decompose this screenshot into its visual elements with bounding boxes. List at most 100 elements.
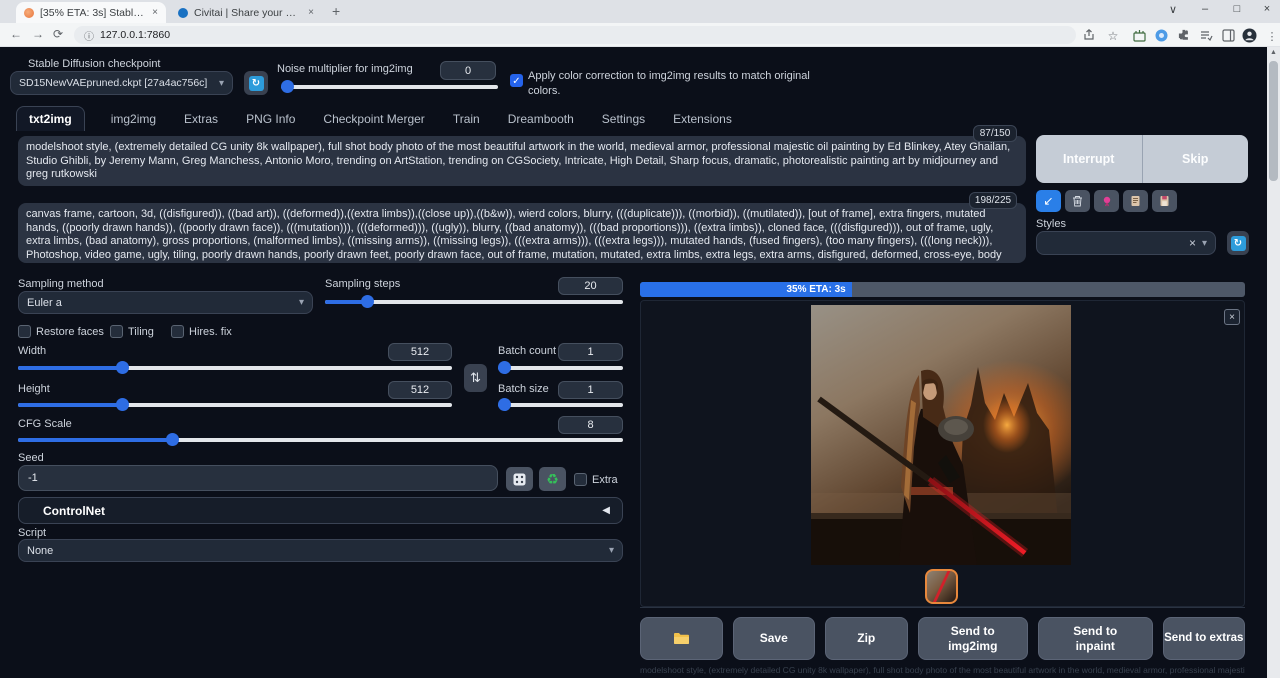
tab-png-info[interactable]: PNG Info	[244, 107, 297, 131]
clear-prompt-button[interactable]	[1065, 190, 1090, 212]
sampling-method-dropdown[interactable]: Euler a ▾	[18, 291, 313, 314]
refresh-icon: ↻	[249, 76, 264, 91]
color-correction-checkbox[interactable]: ✓	[510, 74, 523, 87]
show-extra-networks-button[interactable]	[1094, 190, 1119, 212]
tab-settings[interactable]: Settings	[600, 107, 647, 131]
restore-faces-checkbox[interactable]	[18, 325, 31, 338]
hires-fix-label: Hires. fix	[189, 326, 232, 338]
script-dropdown[interactable]: None ▾	[18, 539, 623, 562]
browser-tab-stable-diffusion[interactable]: [35% ETA: 3s] Stable Diffusion ×	[16, 2, 166, 23]
height-input[interactable]: 512	[388, 381, 452, 399]
browser-tab-civitai[interactable]: Civitai | Share your models ×	[170, 2, 322, 23]
save-button[interactable]: Save	[733, 617, 816, 660]
forward-icon[interactable]: →	[32, 27, 44, 41]
slider-thumb[interactable]	[281, 80, 294, 93]
page-scrollbar[interactable]: ▲	[1267, 47, 1280, 678]
noise-multiplier-slider[interactable]	[281, 80, 498, 93]
window-menu-icon[interactable]: ∨	[1162, 3, 1184, 16]
civitai-favicon	[178, 8, 188, 18]
slider-thumb[interactable]	[116, 361, 129, 374]
swap-dimensions-button[interactable]: ⇅	[464, 364, 487, 392]
extensions-puzzle-icon[interactable]	[1175, 26, 1193, 44]
site-info-icon[interactable]: ⓘ	[84, 28, 94, 43]
browser-menu-icon[interactable]: ⋮	[1263, 27, 1280, 45]
tab-title: Civitai | Share your models	[194, 7, 302, 19]
share-icon[interactable]	[1080, 26, 1098, 44]
chevron-down-icon: ▾	[609, 545, 614, 556]
paste-generation-params-button[interactable]: ↙	[1036, 190, 1061, 212]
refresh-styles-button[interactable]: ↻	[1227, 231, 1249, 255]
batch-size-slider[interactable]	[498, 398, 623, 411]
random-seed-button[interactable]	[506, 467, 533, 491]
batch-count-input[interactable]: 1	[558, 343, 623, 361]
controlnet-accordion[interactable]: ControlNet ◀	[18, 497, 623, 524]
tab-extras[interactable]: Extras	[182, 107, 220, 131]
reuse-seed-button[interactable]: ♻	[539, 467, 566, 491]
width-slider[interactable]	[18, 361, 452, 374]
tab-train[interactable]: Train	[451, 107, 482, 131]
scrollbar-thumb[interactable]	[1269, 61, 1278, 181]
window-minimize-icon[interactable]: –	[1194, 3, 1216, 15]
extension-grid-icon[interactable]	[1130, 26, 1148, 44]
refresh-checkpoint-button[interactable]: ↻	[244, 71, 268, 95]
slider-thumb[interactable]	[498, 361, 511, 374]
send-to-img2img-button[interactable]: Send to img2img	[918, 617, 1029, 660]
negative-prompt-textarea[interactable]: canvas frame, cartoon, 3d, ((disfigured)…	[18, 203, 1026, 263]
batch-count-slider[interactable]	[498, 361, 623, 374]
tab-img2img[interactable]: img2img	[109, 107, 158, 131]
slider-thumb[interactable]	[116, 398, 129, 411]
window-maximize-icon[interactable]: □	[1226, 3, 1248, 15]
progress-bar-fill: 35% ETA: 3s	[640, 282, 852, 297]
tiling-checkbox[interactable]	[110, 325, 123, 338]
bookmark-star-icon[interactable]: ☆	[1104, 27, 1122, 45]
slider-thumb[interactable]	[166, 433, 179, 446]
side-panel-icon[interactable]	[1219, 26, 1237, 44]
reading-list-icon[interactable]	[1197, 26, 1215, 44]
slider-thumb[interactable]	[361, 295, 374, 308]
batch-size-input[interactable]: 1	[558, 381, 623, 399]
skip-button[interactable]: Skip	[1143, 135, 1249, 183]
reload-icon[interactable]: ⟳	[53, 27, 63, 41]
new-tab-icon[interactable]: +	[332, 3, 340, 19]
save-style-button[interactable]	[1152, 190, 1177, 212]
profile-avatar[interactable]	[1240, 26, 1258, 44]
sampling-steps-input[interactable]: 20	[558, 277, 623, 295]
window-close-icon[interactable]: ×	[1256, 3, 1278, 15]
clear-styles-icon[interactable]: ×	[1189, 236, 1196, 250]
tab-dreambooth[interactable]: Dreambooth	[506, 107, 576, 131]
extension-blue-icon[interactable]	[1152, 26, 1170, 44]
tab-close-icon[interactable]: ×	[308, 7, 314, 18]
hires-fix-checkbox[interactable]	[171, 325, 184, 338]
sampling-steps-slider[interactable]	[325, 295, 623, 308]
prompt-token-counter: 87/150	[973, 125, 1017, 142]
tab-extensions[interactable]: Extensions	[671, 107, 734, 131]
height-slider[interactable]	[18, 398, 452, 411]
cfg-scale-slider[interactable]	[18, 433, 623, 446]
back-icon[interactable]: ←	[10, 27, 22, 41]
checkpoint-dropdown[interactable]: SD15NewVAEpruned.ckpt [27a4ac756c] ▾	[10, 71, 233, 95]
generated-image[interactable]	[811, 305, 1071, 565]
tab-txt2img[interactable]: txt2img	[16, 106, 85, 131]
prompt-textarea[interactable]: modelshoot style, (extremely detailed CG…	[18, 136, 1026, 186]
slider-track	[281, 85, 498, 89]
gallery-thumbnail[interactable]	[925, 569, 958, 604]
cfg-scale-input[interactable]: 8	[558, 416, 623, 434]
noise-multiplier-input[interactable]: 0	[440, 61, 496, 80]
seed-input[interactable]: -1	[18, 465, 498, 491]
open-folder-button[interactable]	[640, 617, 723, 660]
styles-dropdown[interactable]: × ▾	[1036, 231, 1216, 255]
tab-close-icon[interactable]: ×	[152, 7, 158, 18]
extra-seed-checkbox[interactable]	[574, 473, 587, 486]
scrollbar-up-icon[interactable]: ▲	[1270, 49, 1277, 56]
chevron-down-icon: ▾	[1202, 238, 1207, 249]
close-preview-button[interactable]: ×	[1224, 309, 1240, 325]
send-to-inpaint-button[interactable]: Send to inpaint	[1038, 617, 1153, 660]
width-input[interactable]: 512	[388, 343, 452, 361]
zip-button[interactable]: Zip	[825, 617, 908, 660]
slider-thumb[interactable]	[498, 398, 511, 411]
send-to-extras-button[interactable]: Send to extras	[1163, 617, 1246, 660]
address-bar[interactable]: ⓘ 127.0.0.1:7860	[74, 26, 1076, 44]
apply-style-button[interactable]	[1123, 190, 1148, 212]
tab-checkpoint-merger[interactable]: Checkpoint Merger	[321, 107, 426, 131]
interrupt-button[interactable]: Interrupt	[1036, 135, 1143, 183]
